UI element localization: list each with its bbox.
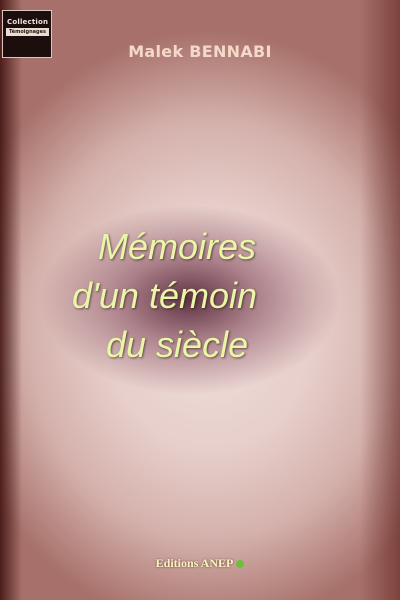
right-edge-shadow bbox=[360, 0, 400, 600]
title-line-1: Mémoires bbox=[98, 226, 257, 267]
title-line-3: du siècle bbox=[106, 324, 249, 365]
collection-label: Collection bbox=[7, 18, 49, 26]
publisher-line: Editions ANEP bbox=[0, 556, 400, 571]
spine-shadow bbox=[0, 0, 22, 600]
publisher-logo-icon bbox=[236, 560, 245, 569]
collection-name: Témoignages bbox=[6, 28, 49, 36]
publisher-name: Editions ANEP bbox=[155, 556, 234, 570]
title-line-2: d'un témoin bbox=[72, 275, 257, 316]
book-cover: Collection Témoignages Malek BENNABI Mém… bbox=[0, 0, 400, 600]
author-name: Malek BENNABI bbox=[128, 42, 272, 61]
